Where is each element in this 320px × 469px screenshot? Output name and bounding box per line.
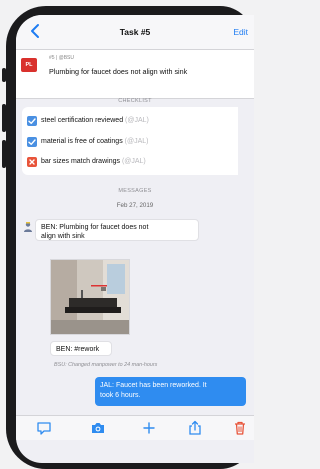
bottom-toolbar xyxy=(16,415,254,440)
checklist-item-text: steel certification reviewed xyxy=(41,117,124,124)
messages-heading: MESSAGES xyxy=(118,188,152,194)
message-date: Feb 27, 2019 xyxy=(116,202,154,209)
message-text: took 6 hours. xyxy=(100,392,141,399)
message-bubble[interactable]: BEN: Plumbing for faucet does not align … xyxy=(35,219,199,241)
task-name: Plumbing for faucet does not align with … xyxy=(49,67,188,76)
phone-volume-up xyxy=(2,104,6,132)
edit-button[interactable]: Edit xyxy=(233,27,248,37)
checklist: steel certification reviewed (@JAL) mate… xyxy=(22,107,238,175)
checkbox-checked-icon[interactable] xyxy=(27,116,37,126)
message-text: BEN: Plumbing for faucet does not xyxy=(41,224,149,231)
share-icon[interactable] xyxy=(187,420,203,436)
screen: Task #5 Edit PL #5 | @BSU Plumbing for f… xyxy=(16,15,254,463)
plus-icon[interactable] xyxy=(141,420,157,436)
nav-bar: Task #5 Edit xyxy=(16,15,254,50)
checklist-item-text: bar sizes match drawings xyxy=(41,158,120,165)
user-avatar-icon xyxy=(22,220,34,232)
task-type-badge: PL xyxy=(21,58,37,72)
camera-icon[interactable] xyxy=(90,420,106,436)
phone-volume-down xyxy=(2,140,6,168)
reply-bubble[interactable]: JAL: Faucet has been reworked. It took 6… xyxy=(95,377,246,406)
message-text: BEN: #rework xyxy=(56,346,100,353)
task-meta: #5 | @BSU xyxy=(49,55,74,61)
comment-icon[interactable] xyxy=(36,420,52,436)
checklist-item-assignee: (@JAL) xyxy=(121,158,146,165)
checkbox-checked-icon[interactable] xyxy=(27,137,37,147)
checklist-item-text: material is free of coatings xyxy=(41,138,123,145)
page-title: Task #5 xyxy=(119,27,151,37)
message-photo[interactable] xyxy=(50,259,130,335)
bathroom-photo-image xyxy=(51,260,129,334)
system-message: BSU: Changed manpower to 24 man-hours xyxy=(54,362,158,368)
message-text: align with sink xyxy=(41,233,85,240)
checklist-item-assignee: (@JAL) xyxy=(125,117,149,124)
trash-icon[interactable] xyxy=(232,420,248,436)
phone-mute-switch xyxy=(2,68,6,82)
checklist-item-assignee: (@JAL) xyxy=(124,138,149,145)
message-bubble[interactable]: BEN: #rework xyxy=(50,341,112,356)
message-text: JAL: Faucet has been reworked. It xyxy=(100,382,207,389)
checkbox-rejected-icon[interactable] xyxy=(27,157,37,167)
checklist-heading: CHECKLIST xyxy=(118,98,152,104)
